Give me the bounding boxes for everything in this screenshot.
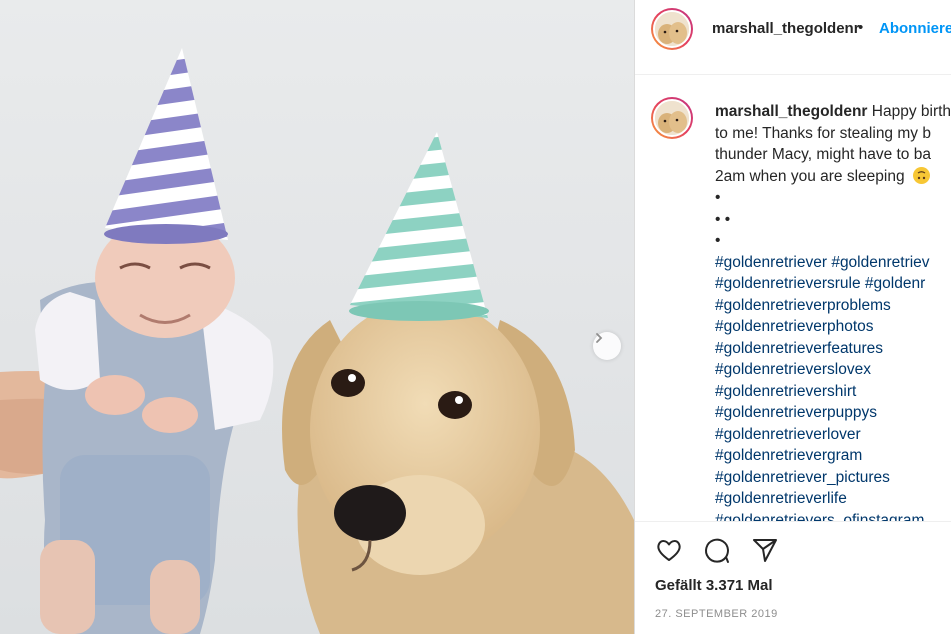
hashtag-link[interactable]: #goldenretrieverslovex bbox=[715, 359, 951, 381]
hashtag-link[interactable]: #goldenretrieverlife bbox=[715, 488, 951, 510]
post-photo[interactable] bbox=[0, 0, 634, 634]
comment-icon[interactable] bbox=[703, 536, 731, 569]
post-date[interactable]: 27. SEPTEMBER 2019 bbox=[655, 608, 778, 620]
paper-plane-icon[interactable] bbox=[751, 536, 779, 569]
caption-line-2: to me! Thanks for stealing my b bbox=[715, 124, 931, 142]
caption-line-1: Happy birthday bbox=[871, 103, 951, 120]
caption-line-4: 2am when you are sleeping bbox=[715, 167, 905, 185]
hashtag-link[interactable]: #goldenretrieverphotos bbox=[715, 316, 951, 338]
caption-avatar[interactable] bbox=[651, 97, 693, 139]
hashtag-link[interactable]: #goldenretrievers_ofinstagram bbox=[715, 510, 951, 522]
hashtag-link[interactable]: #goldenretrieverpuppys bbox=[715, 402, 951, 424]
profile-avatar[interactable] bbox=[651, 8, 693, 50]
post-header: marshall_thegoldenr • Abonnieren bbox=[635, 0, 951, 75]
hashtag-link[interactable]: #goldenretrievershirt bbox=[715, 381, 951, 403]
follow-button[interactable]: Abonnieren bbox=[879, 20, 951, 37]
caption-username[interactable]: marshall_thegoldenr bbox=[715, 103, 867, 120]
caption-dot-1: • bbox=[715, 189, 721, 206]
post-side-panel: marshall_thegoldenr • Abonnieren marshal… bbox=[634, 0, 951, 634]
heart-icon[interactable] bbox=[655, 536, 683, 569]
separator-dot: • bbox=[858, 19, 864, 36]
likes-count[interactable]: Gefällt 3.371 Mal bbox=[655, 577, 773, 594]
chevron-right-icon bbox=[596, 333, 603, 343]
header-username[interactable]: marshall_thegoldenr bbox=[712, 20, 860, 37]
birthday-photo-illustration bbox=[0, 48, 634, 634]
dog-avatar-icon bbox=[655, 12, 689, 46]
hashtag-link[interactable]: #goldenretrieversrule #goldenr bbox=[715, 273, 951, 295]
caption-dot-2: • • bbox=[715, 210, 731, 228]
hashtag-link[interactable]: #goldenretrieverproblems bbox=[715, 295, 951, 317]
hashtag-link[interactable]: #goldenretrievergram bbox=[715, 445, 951, 467]
hashtag-link[interactable]: #goldenretriever #goldenretriev bbox=[715, 252, 951, 274]
next-photo-button[interactable] bbox=[593, 332, 621, 360]
upside-down-face-emoji-icon bbox=[912, 166, 930, 184]
hashtag-link[interactable]: #goldenretriever_pictures bbox=[715, 467, 951, 489]
caption-comment: marshall_thegoldenr Happy birthday to me… bbox=[635, 75, 951, 521]
hashtag-link[interactable]: #goldenretrieverlover bbox=[715, 424, 951, 446]
caption-text: marshall_thegoldenr Happy birthday to me… bbox=[715, 101, 951, 521]
caption-dot-3: • bbox=[715, 232, 721, 249]
caption-line-3: thunder Macy, might have to ba bbox=[715, 146, 931, 163]
hashtag-link[interactable]: #goldenretrieverfeatures bbox=[715, 338, 951, 360]
post-actions-section: Gefällt 3.371 Mal 27. SEPTEMBER 2019 bbox=[635, 521, 951, 634]
dog-avatar-icon bbox=[655, 101, 689, 135]
